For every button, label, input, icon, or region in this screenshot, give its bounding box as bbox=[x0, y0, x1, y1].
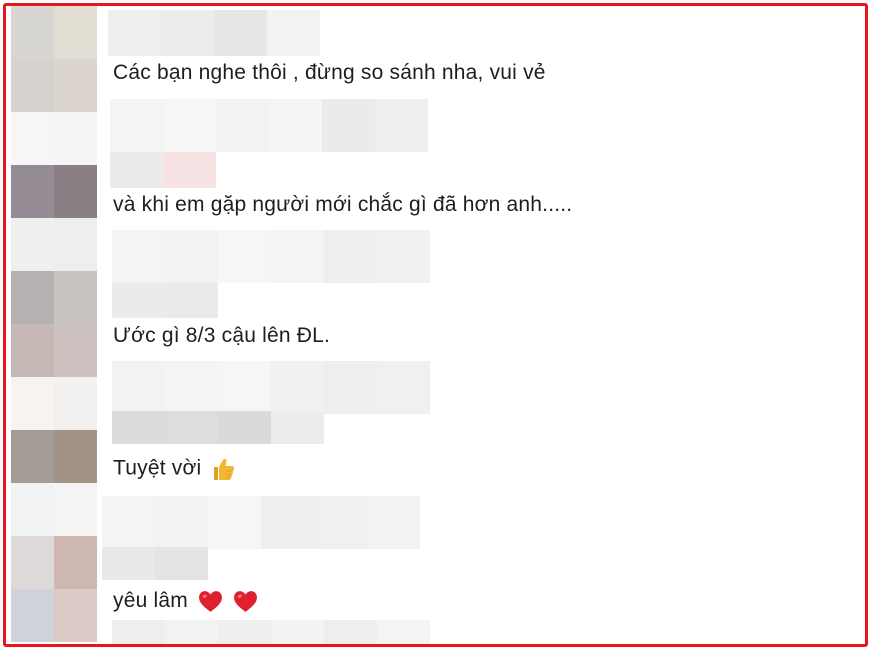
comment-text: Các bạn nghe thôi , đừng so sánh nha, vu… bbox=[113, 61, 546, 84]
avatar bbox=[54, 483, 97, 536]
blurred-username bbox=[102, 547, 208, 580]
comment-text: Ước gì 8/3 cậu lên ĐL. bbox=[113, 324, 331, 347]
heart-icon bbox=[199, 591, 222, 612]
avatar bbox=[11, 536, 54, 589]
screenshot-frame: Các bạn nghe thôi , đừng so sánh nha, vu… bbox=[3, 3, 868, 647]
blurred-username bbox=[112, 283, 218, 318]
avatar bbox=[54, 165, 97, 218]
avatar bbox=[11, 6, 54, 59]
avatar bbox=[54, 536, 97, 589]
avatar bbox=[11, 430, 54, 483]
avatar bbox=[11, 483, 54, 536]
avatar bbox=[54, 271, 97, 324]
blurred-username bbox=[108, 10, 320, 56]
avatar bbox=[11, 112, 54, 165]
avatar bbox=[54, 112, 97, 165]
avatar bbox=[11, 324, 54, 377]
blurred-username bbox=[102, 496, 420, 549]
comment-text: Tuyệt vời bbox=[113, 456, 235, 482]
avatar bbox=[54, 377, 97, 430]
blurred-username bbox=[112, 230, 430, 283]
heart-icon bbox=[234, 591, 257, 612]
avatar bbox=[11, 271, 54, 324]
blurred-username bbox=[110, 99, 428, 152]
blurred-username bbox=[110, 152, 216, 188]
thumbs-up-icon bbox=[214, 458, 235, 480]
avatar bbox=[11, 589, 54, 642]
avatar bbox=[54, 218, 97, 271]
avatar bbox=[11, 59, 54, 112]
avatar bbox=[54, 59, 97, 112]
blurred-username bbox=[112, 620, 430, 644]
avatar bbox=[54, 589, 97, 642]
avatar-column bbox=[11, 6, 97, 644]
avatar bbox=[54, 324, 97, 377]
avatar bbox=[11, 377, 54, 430]
blurred-username bbox=[112, 361, 430, 414]
comment-text: và khi em gặp người mới chắc gì đã hơn a… bbox=[113, 193, 573, 216]
avatar bbox=[11, 165, 54, 218]
comment-text: yêu lâm bbox=[113, 589, 258, 613]
avatar bbox=[54, 430, 97, 483]
avatar bbox=[54, 6, 97, 59]
blurred-username bbox=[112, 411, 324, 444]
avatar bbox=[11, 218, 54, 271]
